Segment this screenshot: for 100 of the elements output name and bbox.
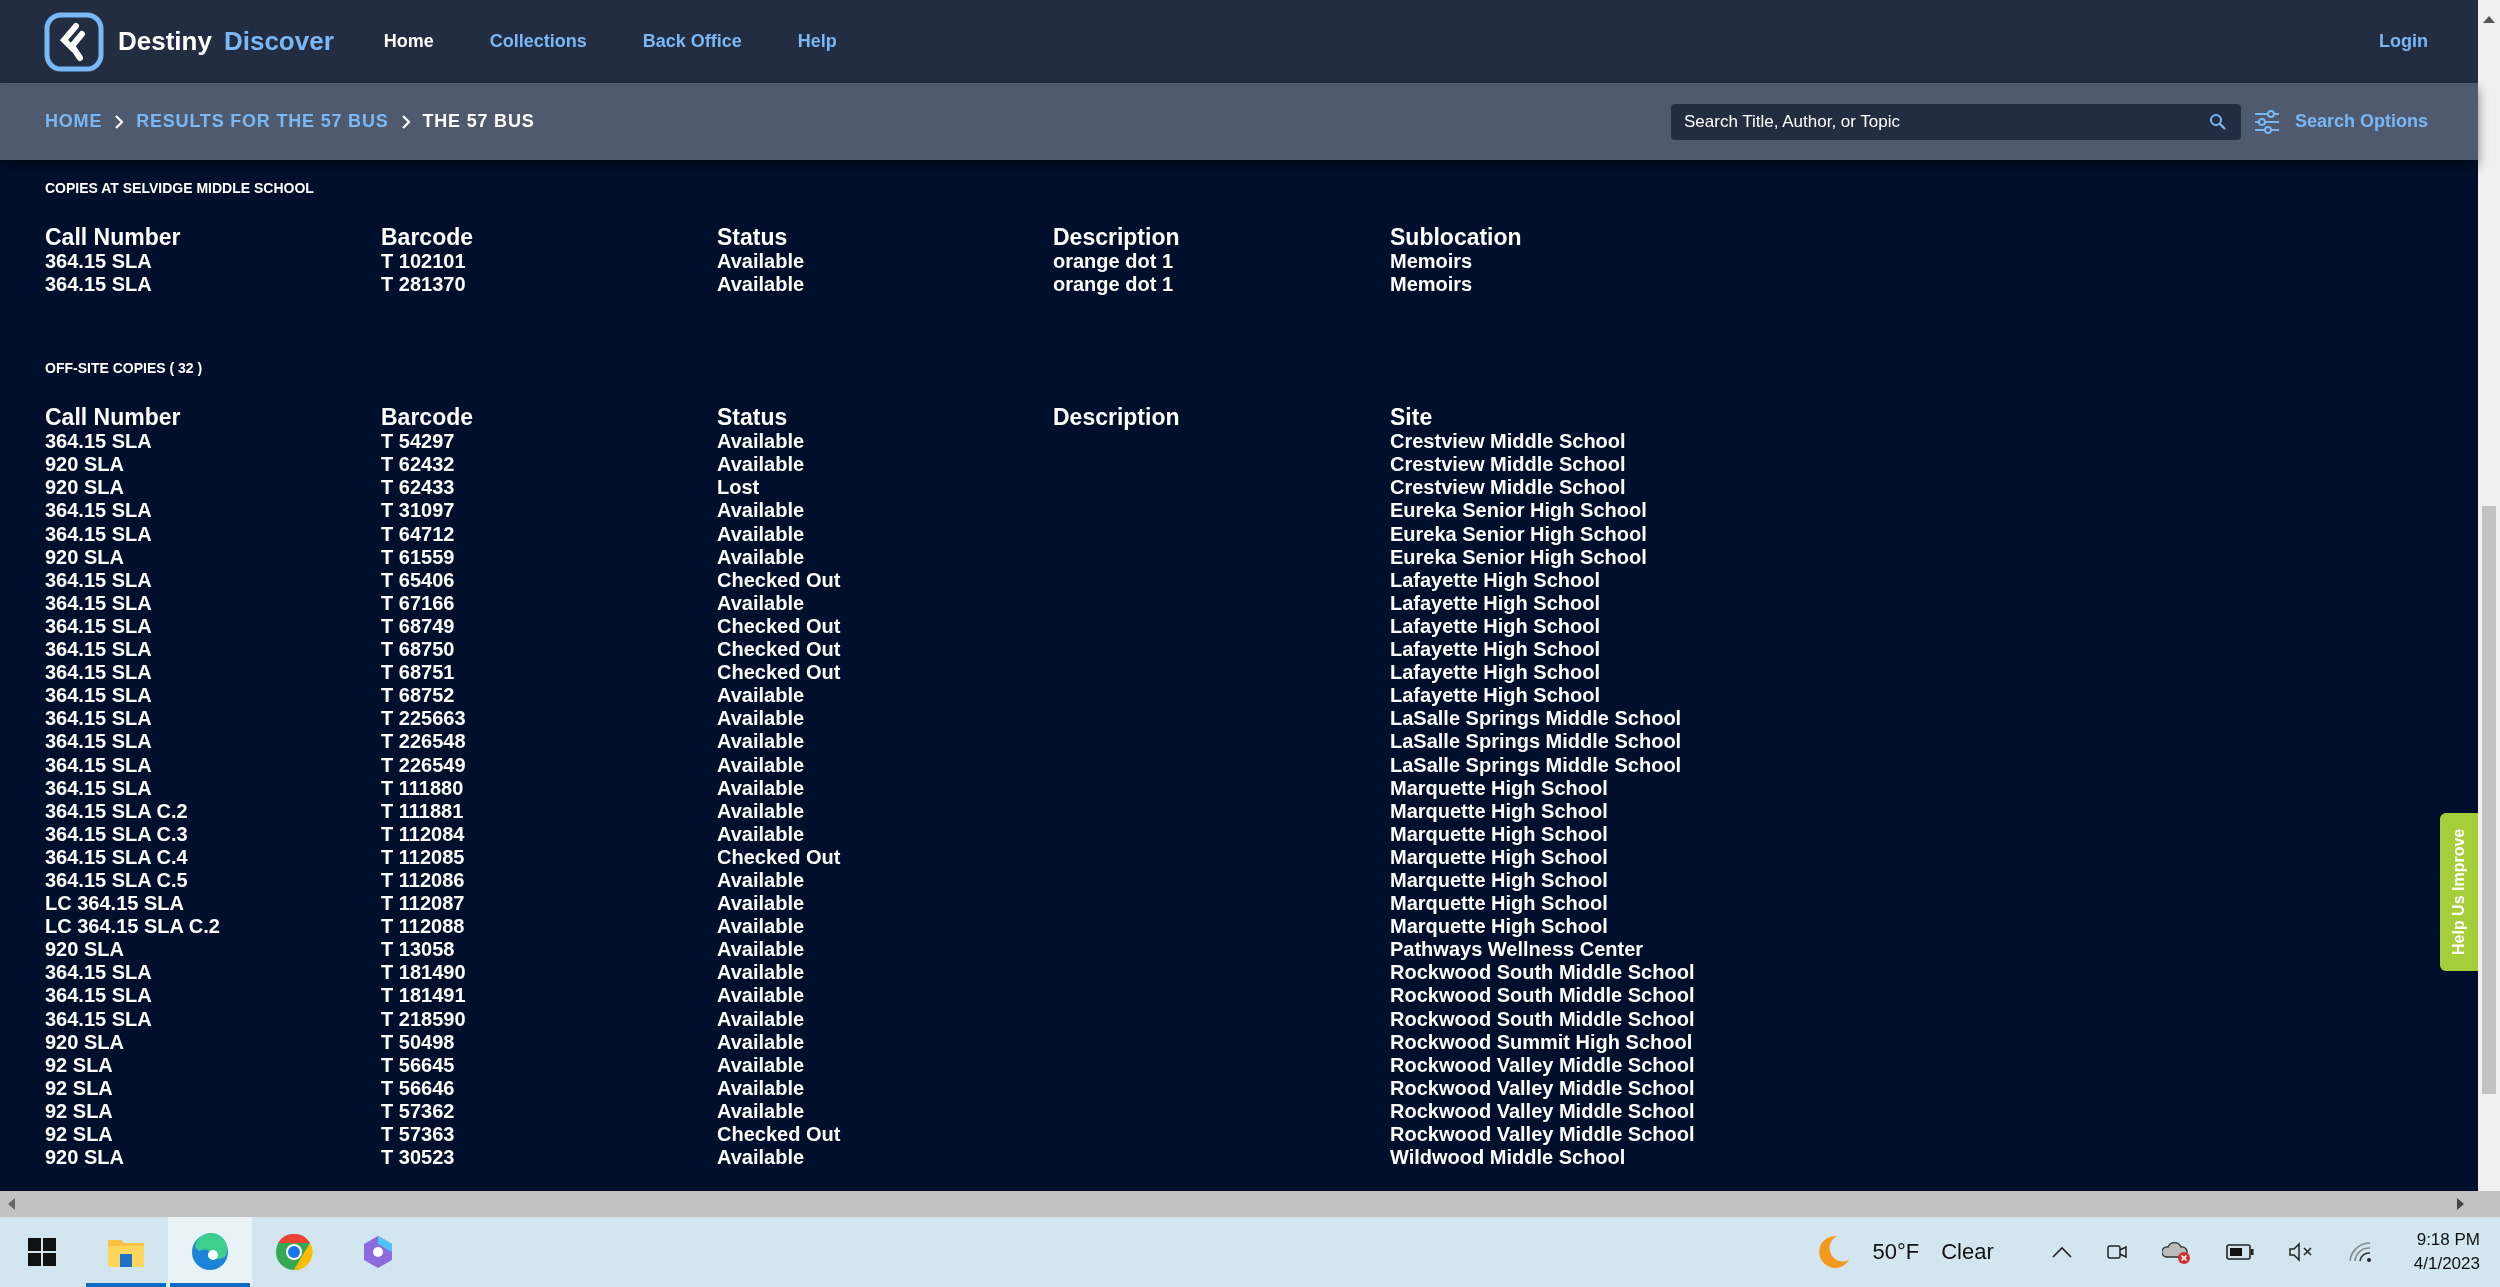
table-cell: T 65406 — [381, 568, 455, 591]
table-cell: T 64712 — [381, 522, 455, 545]
nav-link[interactable]: Back Office — [642, 25, 742, 58]
table-cell: Available — [717, 591, 805, 614]
table-cell: Checked Out — [717, 568, 841, 591]
table-cell: 364.15 SLA — [45, 614, 152, 637]
column-header: Site — [1390, 404, 1434, 431]
table-cell: Marquette High School — [1390, 822, 1608, 845]
table-cell: T 56646 — [381, 1076, 455, 1099]
table-cell: Rockwood South Middle School — [1390, 984, 1695, 1007]
table-cell: Rockwood Valley Middle School — [1390, 1123, 1695, 1145]
nav-link[interactable]: Help — [797, 25, 837, 58]
table-cell: 92 SLA — [45, 1099, 113, 1122]
table-cell: T 61559 — [381, 545, 455, 568]
table-cell: Available — [717, 938, 805, 961]
table-cell: Available — [717, 1030, 805, 1053]
table-cell: Available — [717, 1007, 805, 1030]
breadcrumb-link[interactable]: RESULTS FOR THE 57 BUS — [136, 111, 389, 132]
table-cell: 920 SLA — [45, 938, 124, 961]
table-cell: T 68750 — [381, 638, 455, 661]
table-cell: Marquette High School — [1390, 868, 1608, 891]
table-cell: T 181491 — [381, 984, 466, 1007]
search-options-link[interactable]: Search Options — [2294, 111, 2428, 132]
table-cell: LaSalle Springs Middle School — [1390, 730, 1682, 753]
nav-link[interactable]: Home — [383, 25, 434, 58]
table-cell: T 112086 — [381, 868, 465, 891]
brand-name: Destiny — [118, 26, 212, 57]
table-cell: Checked Out — [717, 661, 841, 684]
table-cell: T 111880 — [381, 776, 464, 799]
table-cell: 364.15 SLA — [45, 430, 152, 453]
login-link[interactable]: Login — [2379, 25, 2428, 58]
table-cell: T 112087 — [381, 892, 465, 915]
table-cell: 364.15 SLA — [45, 522, 152, 545]
table-cell: 364.15 SLA — [45, 661, 152, 684]
table-cell: Checked Out — [717, 1123, 841, 1145]
table-cell: Rockwood South Middle School — [1390, 1007, 1695, 1030]
table-cell: Lafayette High School — [1390, 568, 1601, 591]
table-cell: 364.15 SLA — [45, 499, 152, 522]
column-header: Sublocation — [1390, 224, 1523, 250]
temperature[interactable]: 50°F — [1872, 1239, 1920, 1265]
table-cell: Available — [717, 799, 805, 822]
column-header: Status — [717, 404, 789, 431]
table-cell: T 181490 — [381, 961, 466, 984]
nav-link[interactable]: Collections — [489, 25, 587, 58]
table-cell: T 225663 — [381, 707, 466, 730]
table-cell: Available — [717, 776, 805, 799]
table-cell: Available — [717, 453, 805, 476]
table-cell: 920 SLA — [45, 476, 124, 499]
table-cell: Pathways Wellness Center — [1390, 938, 1644, 961]
column-header: Call Number — [45, 224, 182, 250]
table-cell: Available — [717, 892, 805, 915]
table-cell: Lafayette High School — [1390, 661, 1601, 684]
table-cell: 920 SLA — [45, 545, 124, 568]
table-cell: Available — [717, 1099, 805, 1122]
table-cell: 364.15 SLA — [45, 730, 152, 753]
table-cell: 364.15 SLA — [45, 568, 152, 591]
table-cell: Available — [717, 684, 805, 707]
table-cell: Available — [717, 250, 805, 272]
table-cell: Available — [717, 753, 805, 776]
column-header: Barcode — [381, 404, 475, 431]
table-cell: Memoirs — [1390, 273, 1473, 296]
table-cell: Available — [717, 822, 805, 845]
table-cell: Lost — [717, 476, 760, 499]
table-cell: LC 364.15 SLA C.2 — [45, 915, 220, 938]
table-cell: T 67166 — [381, 591, 455, 614]
table-cell: T 68752 — [381, 684, 455, 707]
clock-time[interactable]: 9:18 PM — [2416, 1230, 2480, 1250]
table-cell: Eureka Senior High School — [1390, 545, 1647, 568]
table-cell: Marquette High School — [1390, 776, 1608, 799]
table-cell: Lafayette High School — [1390, 638, 1601, 661]
column-header: Barcode — [381, 224, 475, 250]
breadcrumb-link[interactable]: HOME — [45, 111, 103, 132]
table-cell: Marquette High School — [1390, 799, 1608, 822]
table-cell: 364.15 SLA — [45, 961, 152, 984]
table-cell: 364.15 SLA — [45, 707, 152, 730]
column-header: Call Number — [45, 404, 182, 431]
table-cell: orange dot 1 — [1053, 250, 1173, 272]
table-cell: 364.15 SLA — [45, 591, 152, 614]
table-cell: T 102101 — [381, 250, 466, 272]
breadcrumb-link[interactable]: THE 57 BUS — [422, 111, 535, 132]
table-cell: LaSalle Springs Middle School — [1390, 753, 1682, 776]
table-cell: T 13058 — [381, 938, 455, 961]
table-cell: Available — [717, 1076, 805, 1099]
table-cell: Available — [717, 545, 805, 568]
table-cell: Lafayette High School — [1390, 591, 1601, 614]
table-cell: 364.15 SLA — [45, 638, 152, 661]
table-cell: Checked Out — [717, 614, 841, 637]
table-cell: 364.15 SLA C.4 — [45, 845, 188, 868]
column-header: Description — [1053, 404, 1181, 431]
table-cell: T 30523 — [381, 1146, 455, 1169]
table-cell: Crestview Middle School — [1390, 430, 1626, 453]
table-cell: 364.15 SLA — [45, 684, 152, 707]
weather-condition[interactable]: Clear — [1941, 1239, 1994, 1265]
section-title: COPIES AT SELVIDGE MIDDLE SCHOOL — [45, 180, 315, 196]
table-cell: Lafayette High School — [1390, 684, 1601, 707]
clock-date[interactable]: 4/1/2023 — [2413, 1254, 2480, 1274]
table-cell: T 57363 — [381, 1123, 455, 1145]
search-field[interactable]: Search Title, Author, or Topic — [1670, 103, 2241, 140]
table-cell: 920 SLA — [45, 453, 124, 476]
table-cell: Marquette High School — [1390, 892, 1608, 915]
